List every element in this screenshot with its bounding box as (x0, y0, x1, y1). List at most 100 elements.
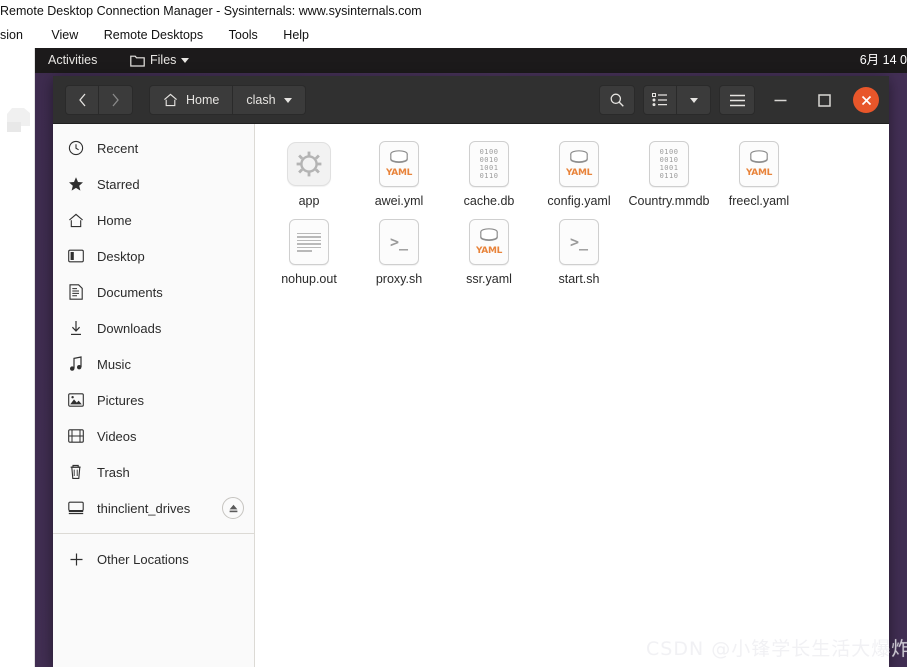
sidebar-item-label: Documents (97, 284, 163, 300)
file-item[interactable]: YAML ssr.yaml (444, 214, 534, 292)
close-icon (861, 95, 871, 105)
maximize-icon (817, 93, 831, 107)
activities-button[interactable]: Activities (48, 48, 97, 73)
file-name: freecl.yaml (728, 194, 790, 208)
file-item[interactable]: YAML freecl.yaml (714, 136, 804, 214)
back-button[interactable] (65, 85, 99, 115)
file-item[interactable]: app (264, 136, 354, 214)
file-name: cache.db (463, 194, 515, 208)
window-controls (765, 85, 879, 115)
sidebar-item-pictures[interactable]: Pictures (53, 382, 254, 418)
menu-item-help[interactable]: Help (272, 22, 320, 48)
binary-db-icon: 0100 0010 1001 0110 (465, 140, 513, 188)
sidebar-item-documents[interactable]: Documents (53, 274, 254, 310)
file-name: start.sh (558, 272, 600, 286)
sidebar-item-desktop[interactable]: Desktop (53, 238, 254, 274)
header-tools (599, 85, 755, 115)
music-note-icon (67, 355, 85, 373)
desktop-icon (67, 247, 85, 265)
sidebar-item-label: Trash (97, 464, 130, 480)
sidebar-item-trash[interactable]: Trash (53, 454, 254, 490)
sidebar-item-recent[interactable]: Recent (53, 130, 254, 166)
sidebar-item-starred[interactable]: Starred (53, 166, 254, 202)
gear-app-icon (285, 140, 333, 188)
chevron-down-icon (181, 58, 190, 63)
eject-icon[interactable] (222, 497, 244, 519)
chevron-left-icon (78, 93, 85, 107)
file-name: config.yaml (547, 194, 611, 208)
clock-icon (67, 139, 85, 157)
sidebar-item-label: Desktop (97, 248, 145, 264)
file-item[interactable]: nohup.out (264, 214, 354, 292)
tree-node-icon (7, 108, 30, 132)
yaml-icon: YAML (555, 140, 603, 188)
breadcrumb-home[interactable]: Home (149, 85, 234, 115)
view-options-button[interactable] (677, 85, 711, 115)
hamburger-menu-icon (729, 94, 745, 106)
chevron-down-icon (283, 97, 292, 103)
navigation-buttons (65, 85, 133, 115)
search-icon (610, 93, 624, 107)
shell-script-icon: >_ (555, 218, 603, 266)
sidebar-divider (53, 533, 254, 534)
close-button[interactable] (853, 87, 879, 113)
watermark: CSDN @小锋学长生活大爆炸 (646, 638, 907, 660)
home-icon (67, 211, 85, 229)
file-name: awei.yml (374, 194, 424, 208)
sidebar-item-other-locations[interactable]: Other Locations (53, 541, 254, 577)
menu-item-view[interactable]: View (40, 22, 89, 48)
rdcman-server-tree-panel[interactable] (0, 48, 34, 667)
trash-icon (67, 463, 85, 481)
file-item[interactable]: 0100 0010 1001 0110 cache.db (444, 136, 534, 214)
file-grid: app YAML awei.yml 0100 0010 1001 0110 ca… (264, 136, 881, 292)
file-item[interactable]: 0100 0010 1001 0110 Country.mmdb (624, 136, 714, 214)
sidebar-item-label: Other Locations (97, 551, 189, 567)
file-grid-area[interactable]: app YAML awei.yml 0100 0010 1001 0110 ca… (256, 124, 889, 667)
sidebar-item-videos[interactable]: Videos (53, 418, 254, 454)
ubuntu-desktop: Activities Files 6月 14 0 Home clash Rece… (35, 48, 907, 667)
binary-db-icon: 0100 0010 1001 0110 (645, 140, 693, 188)
picture-icon (67, 391, 85, 409)
screen: Remote Desktop Connection Manager - Sysi… (0, 0, 907, 667)
sidebar-item-label: Music (97, 356, 131, 372)
file-item[interactable]: YAML awei.yml (354, 136, 444, 214)
file-name: Country.mmdb (628, 194, 710, 208)
file-name: nohup.out (281, 272, 337, 286)
files-header-bar: Home clash (53, 76, 889, 124)
view-mode-group (643, 85, 711, 115)
gnome-top-bar: Activities Files 6月 14 0 (35, 48, 907, 73)
search-button[interactable] (599, 85, 635, 115)
shell-script-icon: >_ (375, 218, 423, 266)
menu-item-session[interactable]: sion (0, 22, 37, 48)
sidebar-item-label: Pictures (97, 392, 144, 408)
file-name: proxy.sh (375, 272, 423, 286)
menu-item-remote-desktops[interactable]: Remote Desktops (93, 22, 214, 48)
main-menu-button[interactable] (719, 85, 755, 115)
sidebar-item-label: thinclient_drives (97, 500, 191, 516)
sidebar-item-downloads[interactable]: Downloads (53, 310, 254, 346)
list-view-button[interactable] (643, 85, 677, 115)
list-view-icon (652, 93, 667, 107)
text-file-icon (285, 218, 333, 266)
forward-button[interactable] (99, 85, 133, 115)
app-menu-button[interactable]: Files (130, 48, 190, 73)
sidebar-item-thinclient-drives[interactable]: thinclient_drives (53, 490, 254, 526)
menu-item-tools[interactable]: Tools (218, 22, 269, 48)
minimize-icon (774, 99, 786, 101)
file-item[interactable]: >_ start.sh (534, 214, 624, 292)
sidebar-item-label: Starred (97, 176, 140, 192)
path-breadcrumb: Home clash (149, 85, 306, 115)
maximize-button[interactable] (809, 85, 839, 115)
sidebar-item-home[interactable]: Home (53, 202, 254, 238)
file-item[interactable]: YAML config.yaml (534, 136, 624, 214)
file-item[interactable]: >_ proxy.sh (354, 214, 444, 292)
rdcman-menubar: sion View Remote Desktops Tools Help (0, 22, 907, 48)
drive-icon (67, 499, 85, 517)
breadcrumb-current[interactable]: clash (233, 85, 306, 115)
sidebar-item-music[interactable]: Music (53, 346, 254, 382)
yaml-icon: YAML (375, 140, 423, 188)
clock[interactable]: 6月 14 0 (860, 48, 907, 73)
minimize-button[interactable] (765, 85, 795, 115)
yaml-icon: YAML (465, 218, 513, 266)
file-name: ssr.yaml (466, 272, 512, 286)
